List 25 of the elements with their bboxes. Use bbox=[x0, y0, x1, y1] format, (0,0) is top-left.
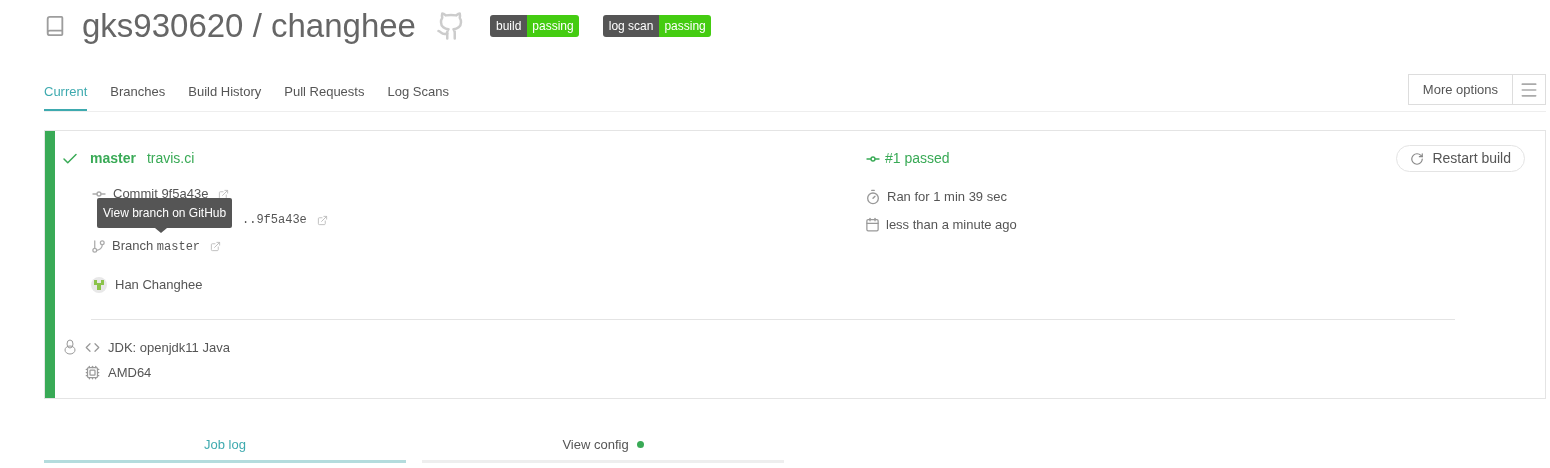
tooltip-arrow bbox=[155, 228, 167, 233]
restart-icon bbox=[1410, 151, 1425, 166]
nav-tab[interactable]: Pull Requests bbox=[284, 81, 365, 111]
finished-time: less than a minute ago bbox=[886, 215, 1017, 234]
nav-tab[interactable]: Build History bbox=[188, 81, 262, 111]
branch-icon bbox=[91, 238, 106, 254]
log-tab[interactable]: View config bbox=[422, 429, 784, 463]
stopwatch-icon bbox=[865, 188, 881, 205]
nav-tab[interactable]: Branches bbox=[110, 81, 166, 111]
author-name: Han Changhee bbox=[115, 276, 203, 294]
repo-title: gks930620 / changhee bbox=[82, 6, 416, 47]
compare-link[interactable]: ..9f5a43e bbox=[242, 211, 307, 229]
jdk-label: JDK: openjdk11 Java bbox=[108, 338, 230, 357]
cpu-icon bbox=[85, 365, 100, 381]
branch-link[interactable]: Branch master bbox=[112, 236, 201, 256]
external-link-icon[interactable] bbox=[218, 188, 230, 200]
avatar-icon bbox=[91, 276, 107, 293]
nav-tab[interactable]: Log Scans bbox=[387, 81, 449, 111]
arch-label: AMD64 bbox=[108, 364, 152, 382]
build-duration: Ran for 1 min 39 sec bbox=[887, 188, 1007, 206]
calendar-icon bbox=[865, 216, 880, 232]
book-icon bbox=[44, 15, 66, 37]
tooltip: View branch on GitHub bbox=[97, 198, 233, 233]
commit-message: travis.ci bbox=[146, 149, 195, 168]
penguin-icon bbox=[63, 339, 77, 356]
